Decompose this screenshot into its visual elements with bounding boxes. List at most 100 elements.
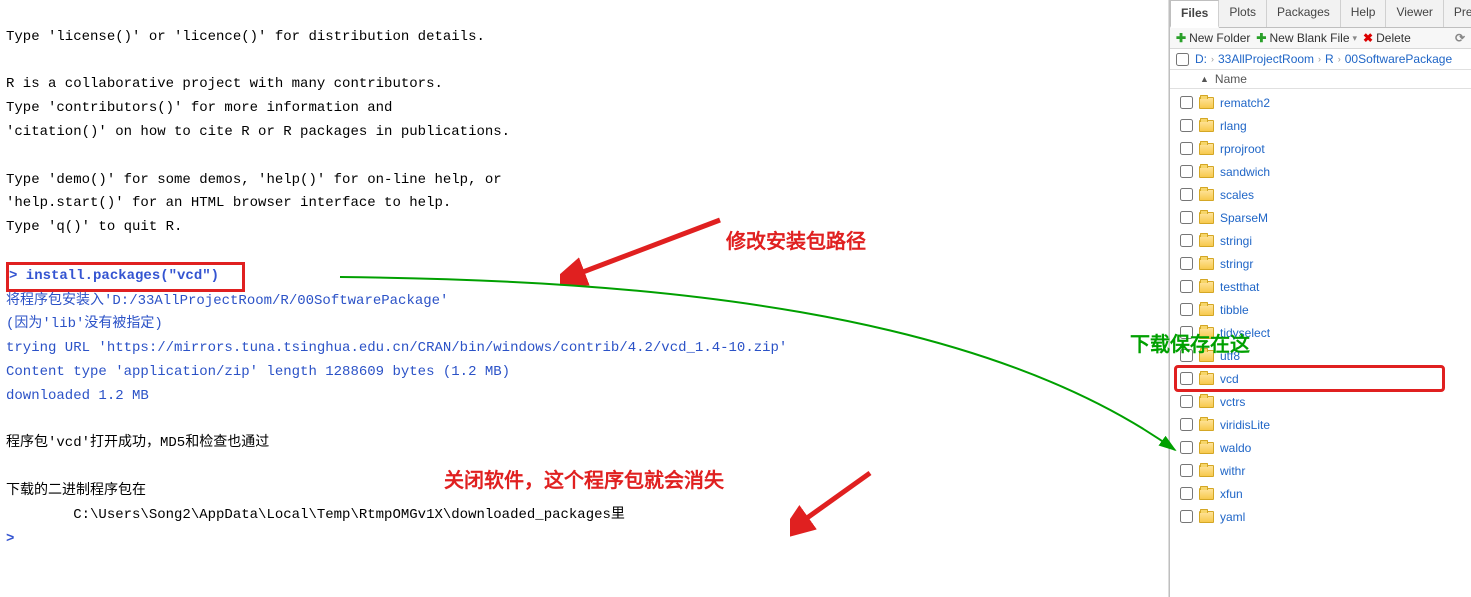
tab-help[interactable]: Help [1341, 0, 1387, 27]
row-checkbox[interactable] [1180, 119, 1193, 132]
list-item[interactable]: sandwich [1176, 160, 1471, 183]
refresh-button[interactable]: ⟳ [1455, 31, 1465, 45]
breadcrumb-seg[interactable]: 33AllProjectRoom [1218, 52, 1314, 66]
folder-name[interactable]: viridisLite [1220, 418, 1270, 432]
folder-name[interactable]: withr [1220, 464, 1245, 478]
new-blank-file-button[interactable]: ✚ New Blank File ▾ [1256, 31, 1357, 45]
plus-icon: ✚ [1176, 31, 1186, 45]
r-console[interactable]: Type 'license()' or 'licence()' for dist… [0, 0, 1169, 597]
console-bin-path: C:\Users\Song2\AppData\Local\Temp\RtmpOM… [6, 507, 625, 523]
folder-name[interactable]: stringi [1220, 234, 1252, 248]
row-checkbox[interactable] [1180, 464, 1193, 477]
tab-plots[interactable]: Plots [1219, 0, 1267, 27]
list-item[interactable]: withr [1176, 459, 1471, 482]
list-item[interactable]: scales [1176, 183, 1471, 206]
row-checkbox[interactable] [1180, 234, 1193, 247]
list-item[interactable]: testthat [1176, 275, 1471, 298]
breadcrumb-seg[interactable]: R [1325, 52, 1334, 66]
folder-name[interactable]: rprojroot [1220, 142, 1265, 156]
row-checkbox[interactable] [1180, 303, 1193, 316]
files-header: ▲ Name [1170, 70, 1471, 89]
list-item[interactable]: rlang [1176, 114, 1471, 137]
list-item[interactable]: tibble [1176, 298, 1471, 321]
row-checkbox[interactable] [1180, 441, 1193, 454]
column-name[interactable]: Name [1215, 72, 1247, 86]
list-item[interactable]: vctrs [1176, 390, 1471, 413]
row-checkbox[interactable] [1180, 395, 1193, 408]
console-line: 'citation()' on how to cite R or R packa… [6, 124, 510, 140]
list-item[interactable]: tidyselect [1176, 321, 1471, 344]
folder-name[interactable]: vcd [1220, 372, 1239, 386]
tab-files[interactable]: Files [1170, 0, 1219, 28]
list-item[interactable]: rprojroot [1176, 137, 1471, 160]
row-checkbox[interactable] [1180, 96, 1193, 109]
list-item-highlighted[interactable]: vcd [1176, 367, 1443, 390]
install-command-highlight: > install.packages("vcd") [6, 262, 245, 292]
console-line: Type 'demo()' for some demos, 'help()' f… [6, 172, 502, 188]
row-checkbox[interactable] [1180, 211, 1193, 224]
list-item[interactable]: SparseM [1176, 206, 1471, 229]
folder-icon [1199, 212, 1214, 224]
delete-label: Delete [1376, 31, 1411, 45]
list-item[interactable]: stringr [1176, 252, 1471, 275]
console-prompt[interactable]: > [6, 531, 23, 547]
folder-name[interactable]: waldo [1220, 441, 1251, 455]
tab-packages[interactable]: Packages [1267, 0, 1341, 27]
folder-icon [1199, 258, 1214, 270]
folder-name[interactable]: xfun [1220, 487, 1243, 501]
folder-icon [1199, 235, 1214, 247]
folder-icon [1199, 488, 1214, 500]
list-item[interactable]: stringi [1176, 229, 1471, 252]
folder-name[interactable]: sandwich [1220, 165, 1270, 179]
row-checkbox[interactable] [1180, 257, 1193, 270]
folder-name[interactable]: tibble [1220, 303, 1249, 317]
row-checkbox[interactable] [1180, 326, 1193, 339]
folder-name[interactable]: rlang [1220, 119, 1247, 133]
row-checkbox[interactable] [1180, 372, 1193, 385]
list-item[interactable]: viridisLite [1176, 413, 1471, 436]
file-list[interactable]: rematch2 rlang rprojroot sandwich scales Spar… [1170, 89, 1471, 586]
list-item[interactable]: utf8 [1176, 344, 1471, 367]
row-checkbox[interactable] [1180, 188, 1193, 201]
select-all-checkbox[interactable] [1176, 53, 1189, 66]
row-checkbox[interactable] [1180, 280, 1193, 293]
dropdown-icon: ▾ [1353, 33, 1358, 44]
folder-icon [1199, 166, 1214, 178]
plus-icon: ✚ [1256, 31, 1266, 45]
folder-name[interactable]: utf8 [1220, 349, 1240, 363]
list-item[interactable]: waldo [1176, 436, 1471, 459]
list-item[interactable]: xfun [1176, 482, 1471, 505]
folder-name[interactable]: vctrs [1220, 395, 1245, 409]
console-install-path: 将程序包安装入'D:/33AllProjectRoom/R/00Software… [6, 293, 448, 309]
row-checkbox[interactable] [1180, 487, 1193, 500]
folder-name[interactable]: tidyselect [1220, 326, 1270, 340]
folder-name[interactable]: yaml [1220, 510, 1245, 524]
folder-icon [1199, 327, 1214, 339]
folder-icon [1199, 143, 1214, 155]
delete-button[interactable]: ✖ Delete [1363, 31, 1411, 45]
row-checkbox[interactable] [1180, 349, 1193, 362]
breadcrumb-seg[interactable]: 00SoftwarePackage [1345, 52, 1452, 66]
tab-viewer[interactable]: Viewer [1386, 0, 1443, 27]
tab-presentation[interactable]: Presenta [1444, 0, 1471, 27]
list-item[interactable]: yaml [1176, 505, 1471, 528]
folder-name[interactable]: testthat [1220, 280, 1259, 294]
new-folder-button[interactable]: ✚ New Folder [1176, 31, 1250, 45]
pane-tabs: Files Plots Packages Help Viewer Present… [1170, 0, 1471, 28]
folder-name[interactable]: rematch2 [1220, 96, 1270, 110]
folder-name[interactable]: scales [1220, 188, 1254, 202]
row-checkbox[interactable] [1180, 165, 1193, 178]
folder-name[interactable]: stringr [1220, 257, 1253, 271]
folder-name[interactable]: SparseM [1220, 211, 1268, 225]
row-checkbox[interactable] [1180, 510, 1193, 523]
folder-icon [1199, 465, 1214, 477]
row-checkbox[interactable] [1180, 142, 1193, 155]
row-checkbox[interactable] [1180, 418, 1193, 431]
folder-icon [1199, 442, 1214, 454]
sort-icon[interactable]: ▲ [1200, 74, 1209, 84]
console-prompt-cmd: > install.packages("vcd") [9, 268, 219, 284]
breadcrumb-drive[interactable]: D: [1195, 52, 1207, 66]
list-item[interactable]: rematch2 [1176, 91, 1471, 114]
console-line: Type 'license()' or 'licence()' for dist… [6, 29, 485, 45]
files-toolbar: ✚ New Folder ✚ New Blank File ▾ ✖ Delete… [1170, 28, 1471, 49]
